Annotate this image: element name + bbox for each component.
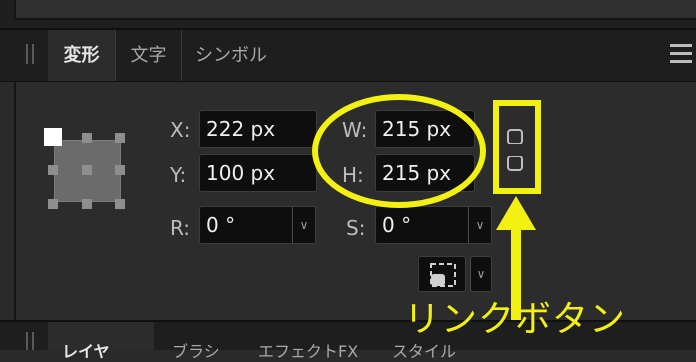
shear-dropdown-chevron-icon[interactable]: ∨: [468, 206, 492, 244]
drag-grip-icon[interactable]: [32, 332, 34, 350]
s-label: S:: [346, 216, 366, 240]
highlight-rectangle: [493, 100, 541, 194]
x-field[interactable]: 222 px: [199, 110, 317, 148]
anchor-point-bottom-left[interactable]: [48, 199, 58, 209]
shear-field[interactable]: 0 °: [375, 206, 469, 244]
tab-effects[interactable]: エフェクトFX: [258, 338, 358, 362]
anchor-point-bottom-center[interactable]: [82, 199, 92, 209]
anchor-point-top-left[interactable]: [44, 128, 62, 146]
y-field[interactable]: 100 px: [199, 154, 317, 192]
tab-transform[interactable]: 変形: [48, 30, 115, 81]
transform-origin-button[interactable]: [418, 256, 466, 292]
top-panel-content: [14, 0, 696, 20]
rotation-field[interactable]: 0 °: [199, 206, 293, 244]
anchor-point-top-right[interactable]: [115, 133, 125, 143]
anchor-point-middle-right[interactable]: [115, 165, 125, 175]
drag-grip-icon[interactable]: [26, 44, 28, 64]
x-label: X:: [170, 118, 191, 142]
r-label: R:: [170, 216, 191, 240]
highlight-ellipse: [312, 94, 486, 208]
rotation-dropdown-chevron-icon[interactable]: ∨: [292, 206, 316, 244]
anchor-point-bottom-right[interactable]: [115, 199, 125, 209]
y-label: Y:: [170, 163, 187, 187]
annotation-label: リンクボタン: [404, 299, 627, 340]
drag-grip-icon[interactable]: [32, 44, 34, 64]
drag-grip-icon[interactable]: [26, 332, 28, 350]
tab-brushes[interactable]: ブラシ: [172, 338, 220, 362]
origin-dropdown-chevron-icon[interactable]: ∨: [470, 256, 492, 292]
anchor-point-middle-left[interactable]: [48, 165, 58, 175]
annotation-arrow-head: [496, 196, 536, 230]
anchor-point-center[interactable]: [82, 165, 92, 175]
hamburger-menu-icon[interactable]: [666, 42, 696, 68]
tab-text[interactable]: 文字: [115, 30, 182, 81]
anchor-point-top-center[interactable]: [82, 133, 92, 143]
transform-origin-icon: [430, 263, 456, 287]
tab-symbol[interactable]: シンボル: [195, 30, 295, 81]
tab-layers[interactable]: レイヤ: [62, 338, 110, 362]
